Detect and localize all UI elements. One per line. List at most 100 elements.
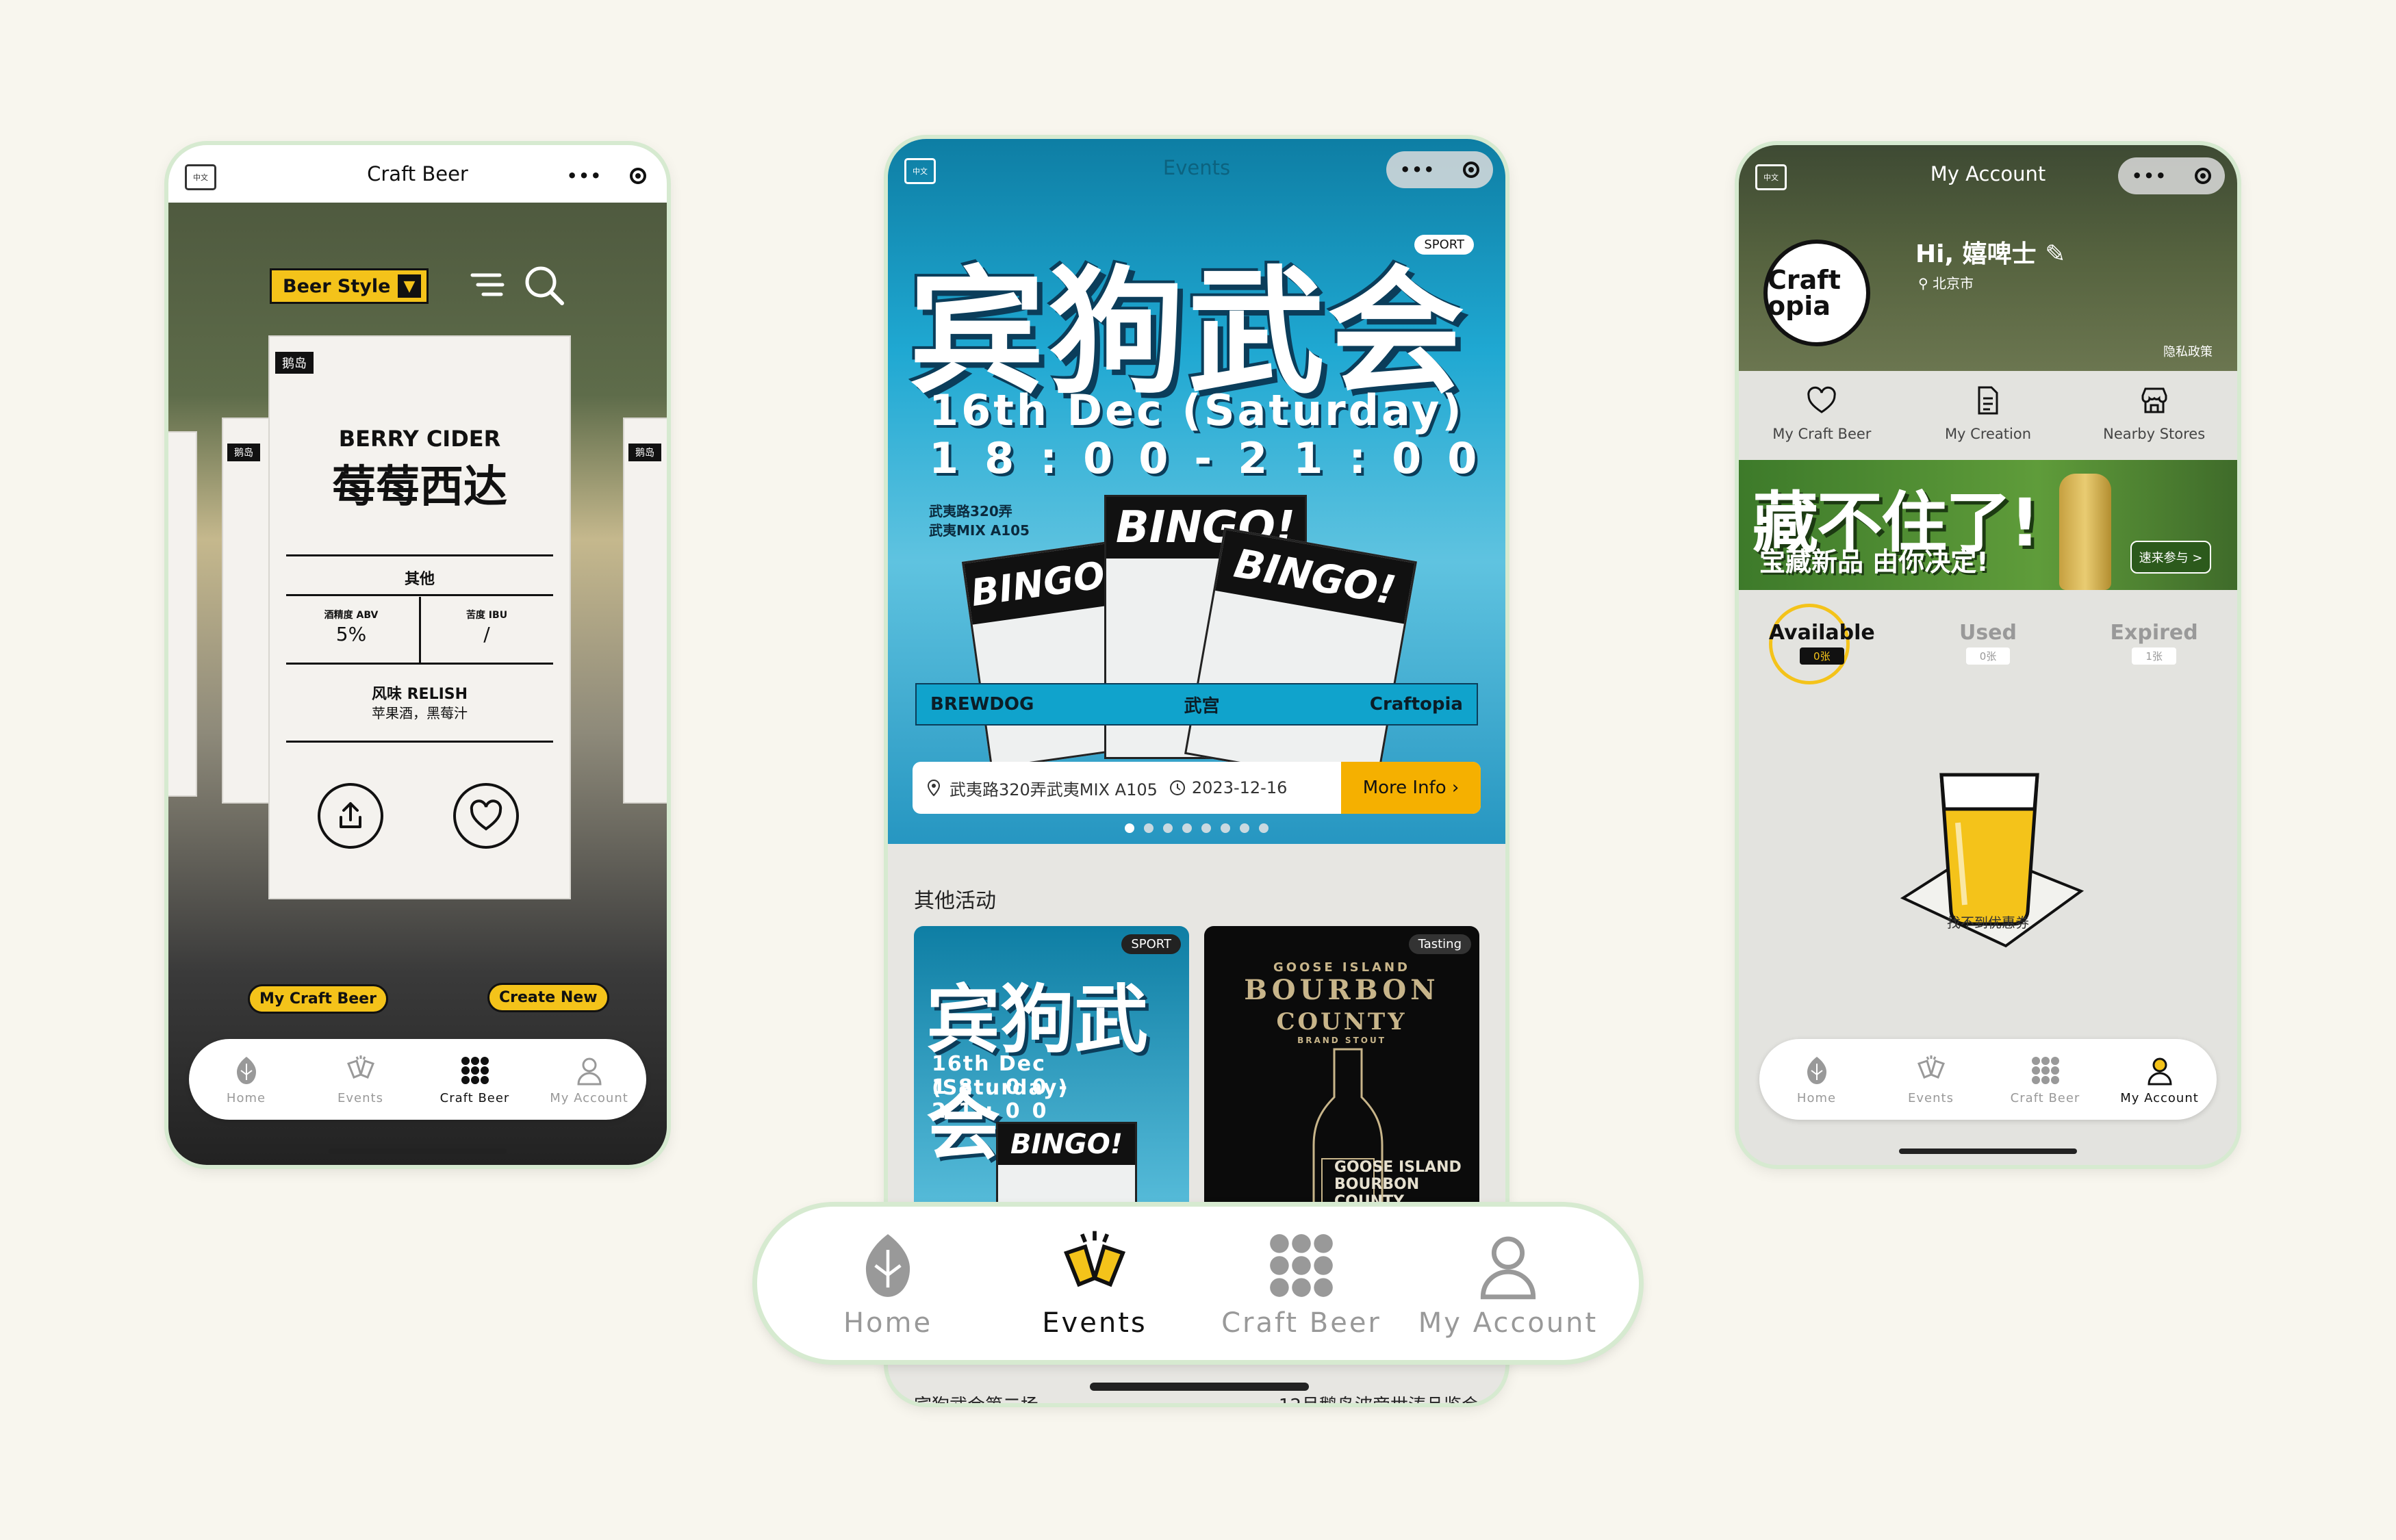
ibu-value: /	[483, 623, 490, 645]
craft-beer-screen: 中文 Craft Beer ••• Beer Style ▼ 鹅岛 鹅岛 鹅岛 …	[168, 145, 667, 1165]
tab-craft-beer[interactable]: Craft Beer	[1198, 1228, 1405, 1339]
more-icon[interactable]: •••	[567, 166, 602, 185]
event-category-tag: Tasting	[1408, 934, 1471, 954]
event-date: 16th Dec (Saturday)	[929, 385, 1464, 435]
grid-icon	[1270, 1234, 1333, 1297]
my-account-screen: Craft opia Hi, 嬉啤士 ✎ ⚲ 北京市 隐私政策 中文 My Ac…	[1739, 145, 2237, 1165]
tab-events[interactable]: Events	[303, 1054, 418, 1105]
nav-bar: 中文 Events •••	[888, 139, 1505, 196]
tab-events[interactable]: Events	[991, 1228, 1198, 1339]
language-icon[interactable]: 中文	[185, 164, 216, 190]
cheers-icon	[346, 1055, 374, 1079]
beer-name-zh: 莓莓西达	[332, 462, 507, 513]
search-icon[interactable]	[520, 261, 568, 309]
cheers-icon	[1917, 1055, 1945, 1079]
tab-craft-beer[interactable]: Craft Beer	[418, 1054, 532, 1105]
coupon-count: 0张	[1800, 647, 1844, 665]
create-new-button[interactable]: Create New	[487, 983, 609, 1012]
coupon-tab-label: Expired	[2110, 621, 2198, 645]
empty-state-text: 找不到优惠券	[1947, 914, 2029, 931]
tab-my-account[interactable]: My Account	[532, 1054, 646, 1105]
page-title: Craft Beer	[367, 162, 468, 185]
home-indicator	[1899, 1148, 2077, 1154]
coupon-tab-available[interactable]: Available 0张	[1739, 621, 1904, 665]
carousel-dot[interactable]	[1182, 823, 1192, 833]
favorite-button[interactable]	[453, 783, 519, 849]
privacy-link[interactable]: 隐私政策	[2163, 342, 2213, 360]
event-caption[interactable]: 宾狗武会第二场	[914, 1391, 1038, 1403]
tab-home[interactable]: Home	[189, 1054, 303, 1105]
promo-banner[interactable]: 藏不住了! 宝藏新品 由你决定! 速来参与 >	[1739, 460, 2237, 590]
bottle-label: GOOSE ISLAND BOURBON COUNTY	[1334, 1159, 1462, 1210]
coupon-tab-expired[interactable]: Expired 1张	[2072, 621, 2236, 665]
nav-bar: 中文 My Account •••	[1739, 145, 2237, 203]
coupon-tab-label: Available	[1768, 621, 1875, 645]
carousel-dots	[888, 823, 1505, 833]
tab-home[interactable]: Home	[1759, 1054, 1874, 1105]
tab-home[interactable]: Home	[785, 1228, 991, 1339]
avatar[interactable]: Craft opia	[1763, 240, 1870, 346]
bottle-illustration	[2059, 474, 2111, 590]
relish-label: 风味 RELISH	[371, 686, 468, 703]
tab-label: Home	[1796, 1090, 1837, 1105]
my-craft-beer-link[interactable]: My Craft Beer	[1739, 385, 1904, 442]
featured-event-banner[interactable]: 宾狗武会 SPORT 16th Dec (Saturday) 18:00-21:…	[888, 139, 1505, 844]
event-caption[interactable]: 12月鹅岛波旁世涛品鉴会	[1279, 1391, 1479, 1403]
carousel-dot[interactable]	[1201, 823, 1211, 833]
event-card[interactable]: Tasting GOOSE ISLAND BOURBON COUNTY BRAN…	[1204, 926, 1479, 1241]
event-date-short: 2023-12-16	[1191, 778, 1288, 797]
coupon-tabs: Available 0张 Used 0张 Expired 1张	[1739, 621, 2237, 665]
more-icon[interactable]: •••	[2132, 166, 2167, 185]
beer-style-filter[interactable]: Beer Style ▼	[270, 268, 429, 304]
coupon-tab-used[interactable]: Used 0张	[1906, 621, 2070, 665]
sponsor-bar: BREWDOG 武宫 Craftopia	[915, 683, 1478, 726]
language-icon[interactable]: 中文	[904, 158, 936, 184]
tab-events[interactable]: Events	[1874, 1054, 1988, 1105]
carousel-dot[interactable]	[1221, 823, 1230, 833]
tab-my-account[interactable]: My Account	[2102, 1054, 2217, 1105]
close-icon[interactable]	[1463, 162, 1479, 178]
carousel-dot[interactable]	[1163, 823, 1173, 833]
more-icon[interactable]: •••	[1400, 160, 1436, 179]
close-icon[interactable]	[630, 168, 646, 184]
event-time: 18:00-21:00	[932, 1075, 1080, 1123]
tab-label: Home	[843, 1307, 933, 1339]
home-indicator	[1090, 1383, 1309, 1391]
ibu-label: 苦度 IBU	[466, 610, 508, 621]
tab-my-account[interactable]: My Account	[1405, 1228, 1611, 1339]
card-peek-right[interactable]: 鹅岛	[624, 419, 667, 802]
filter-lines-icon[interactable]	[468, 267, 509, 304]
close-icon[interactable]	[2195, 168, 2211, 184]
city-label: ⚲ 北京市	[1918, 272, 1974, 292]
brand-wugong: 武宫	[1184, 695, 1220, 717]
carousel-dot[interactable]	[1240, 823, 1249, 833]
more-info-button[interactable]: More Info ›	[1341, 762, 1481, 814]
tab-label: Craft Beer	[439, 1090, 510, 1105]
home-indicator	[329, 1148, 507, 1154]
beer-card[interactable]: 鹅岛 BERRY CIDER 莓莓西达 其他 酒精度 ABV 5% 苦度 IBU…	[270, 337, 570, 898]
section-title: 其他活动	[914, 889, 996, 913]
nearby-stores-link[interactable]: Nearby Stores	[2072, 385, 2236, 442]
event-card[interactable]: SPORT 宾狗武会 16th Dec (Saturday) 18:00-21:…	[914, 926, 1189, 1241]
my-creation-link[interactable]: My Creation	[1906, 385, 2070, 442]
brand-line: GOOSE ISLAND	[1273, 960, 1410, 975]
my-craft-beer-button[interactable]: My Craft Beer	[248, 984, 388, 1014]
clock-icon	[1169, 780, 1185, 795]
beer-name-en: BERRY CIDER	[338, 426, 501, 452]
language-icon[interactable]: 中文	[1755, 164, 1787, 190]
grid-icon	[461, 1056, 489, 1084]
edit-icon[interactable]: ✎	[2045, 240, 2065, 268]
share-icon	[340, 802, 361, 828]
relish-value: 苹果酒，黑莓汁	[372, 705, 468, 721]
carousel-dot[interactable]	[1259, 823, 1269, 833]
tab-label: Home	[226, 1090, 266, 1105]
carousel-dot[interactable]	[1125, 823, 1134, 833]
share-button[interactable]	[318, 783, 383, 849]
greeting: Hi, 嬉啤士 ✎	[1915, 234, 2065, 270]
join-button[interactable]: 速来参与 >	[2130, 541, 2211, 574]
bingo-card: BINGO!	[1184, 527, 1418, 788]
divider	[286, 594, 553, 596]
tab-craft-beer[interactable]: Craft Beer	[1988, 1054, 2102, 1105]
bingo-title: BINGO!	[1215, 530, 1415, 624]
carousel-dot[interactable]	[1144, 823, 1154, 833]
